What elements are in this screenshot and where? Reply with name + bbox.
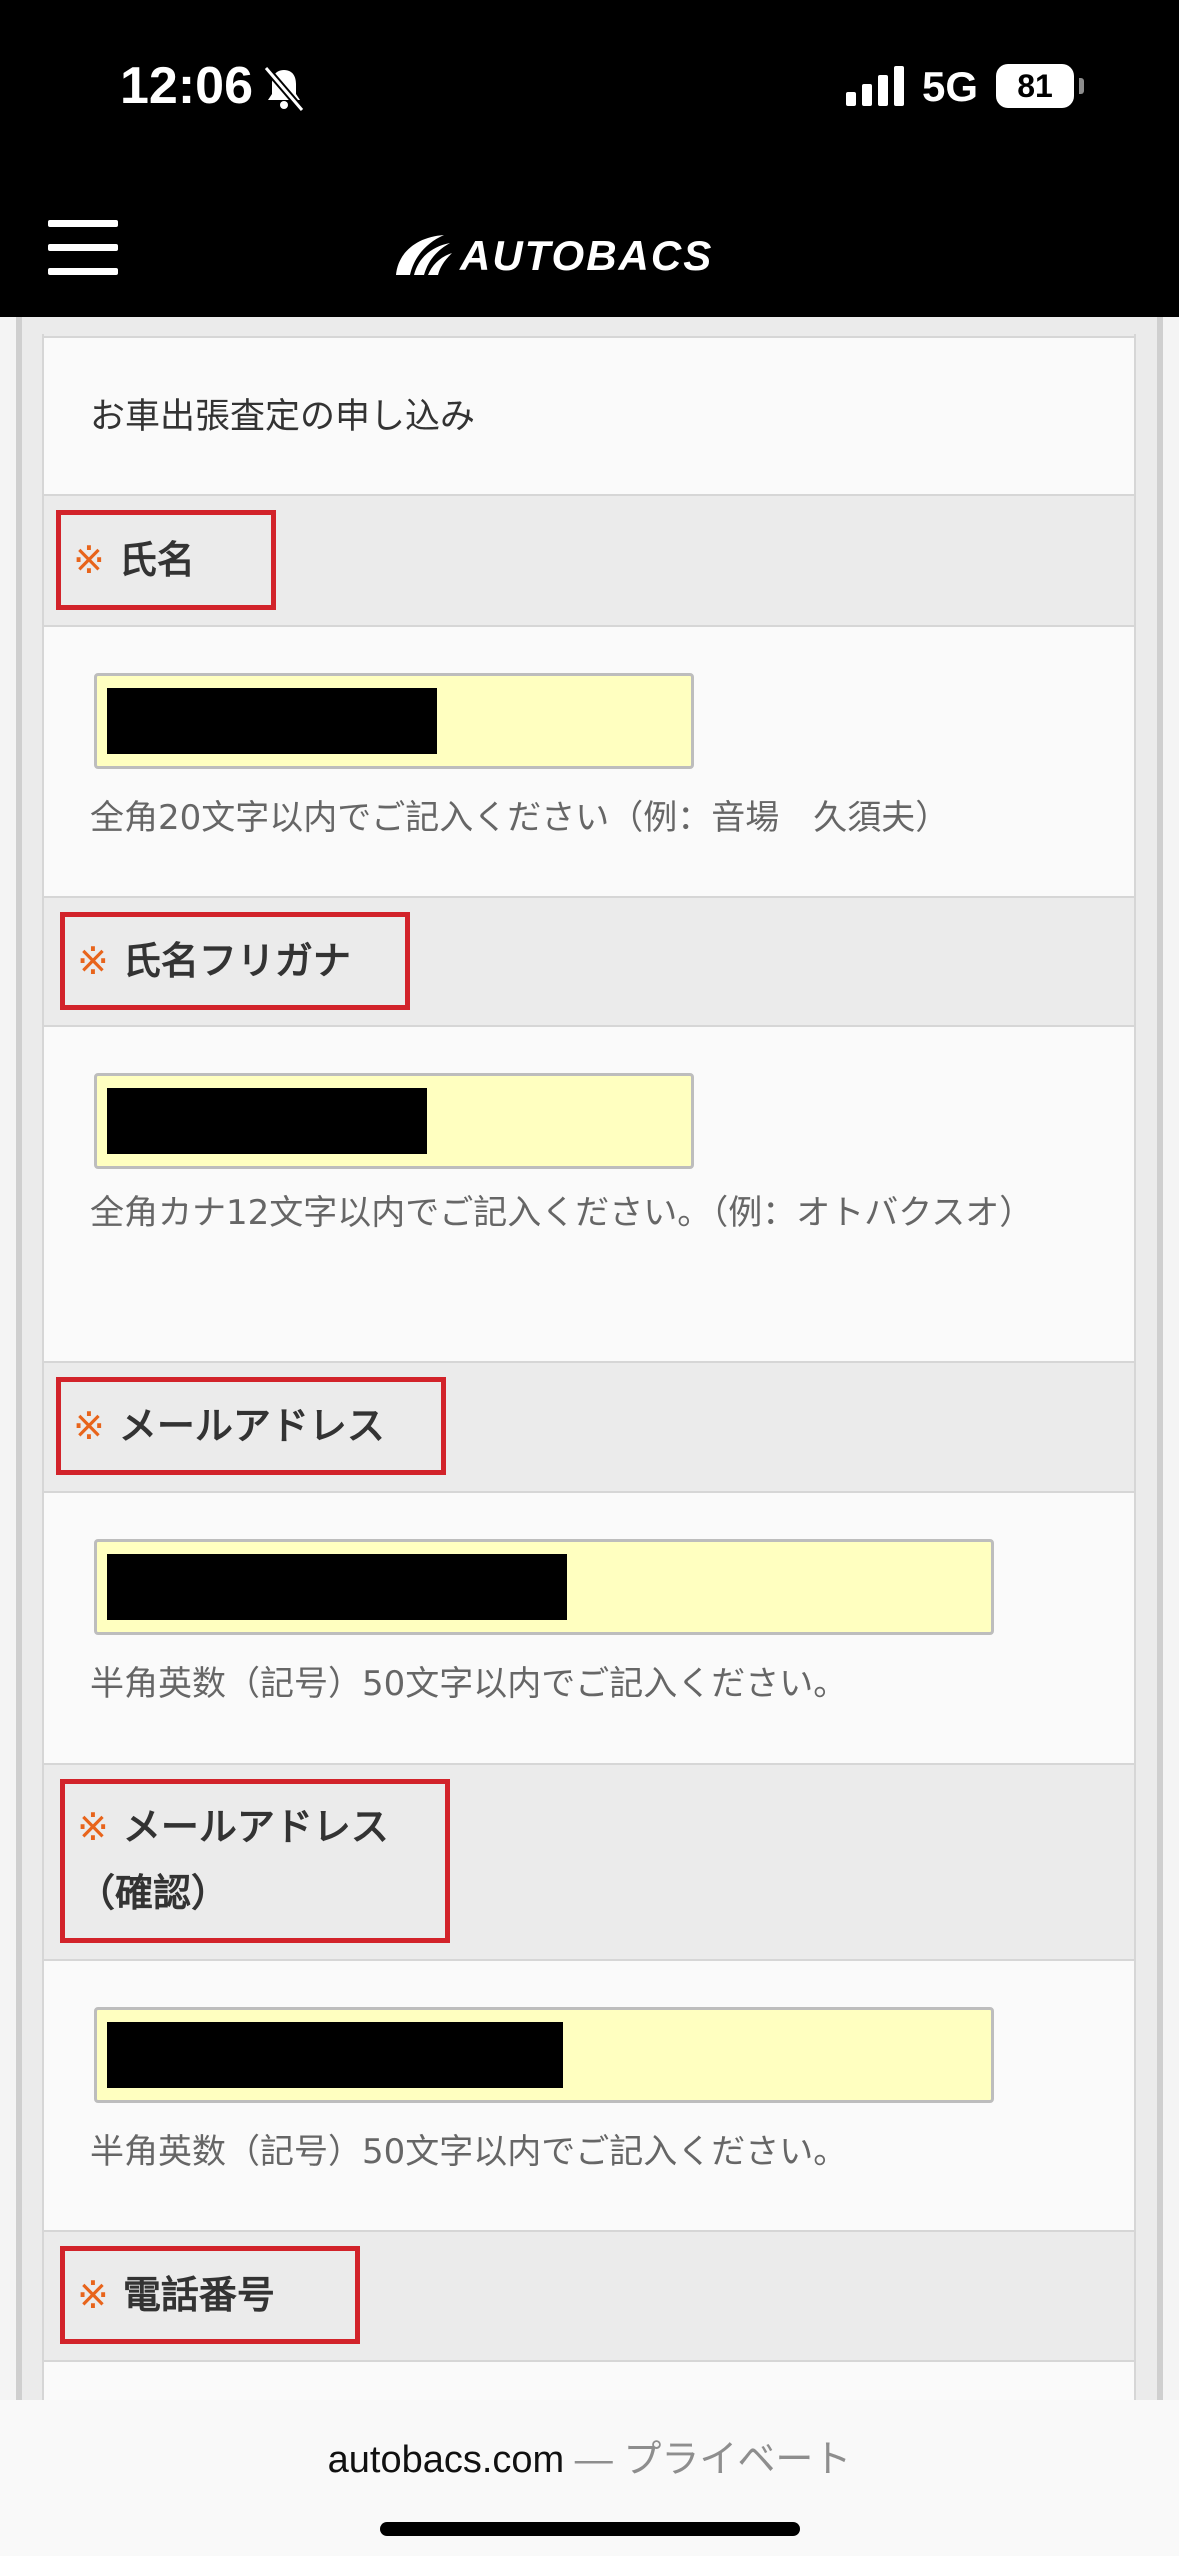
field-row-email: 半角英数（記号）50文字以内でご記入ください。 bbox=[44, 1493, 1134, 1765]
signal-icon bbox=[846, 66, 904, 106]
browser-address-bar[interactable]: autobacs.com — プライベート bbox=[0, 2400, 1179, 2556]
field-label-row-email: ※ メールアドレス bbox=[44, 1363, 1134, 1493]
home-indicator[interactable] bbox=[380, 2522, 800, 2536]
redaction-block bbox=[107, 688, 437, 754]
status-bar: 12:06 5G 81 bbox=[0, 0, 1179, 190]
redaction-block bbox=[107, 2022, 563, 2088]
field-label-phone: ※ 電話番号 bbox=[60, 2246, 360, 2344]
field-label-row-name: ※ 氏名 bbox=[44, 496, 1134, 627]
site-header: AUTOBACS bbox=[0, 190, 1179, 317]
field-label-name: ※ 氏名 bbox=[56, 510, 276, 610]
field-label-kana: ※ 氏名フリガナ bbox=[60, 912, 410, 1010]
field-label-text: 氏名フリガナ bbox=[122, 939, 351, 983]
application-form: お車出張査定の申し込み ※ 氏名 全角20文字以内でご記入ください（例：音場 久須… bbox=[42, 334, 1136, 2442]
battery-icon: 81 bbox=[996, 64, 1084, 108]
field-label-email-confirm: ※ メールアドレス（確認） bbox=[60, 1779, 450, 1943]
battery-level: 81 bbox=[1017, 67, 1053, 104]
status-time: 12:06 bbox=[120, 57, 253, 115]
field-row-email-confirm: 半角英数（記号）50文字以内でご記入ください。 bbox=[44, 1961, 1134, 2232]
field-label-text: メールアドレス（確認） bbox=[77, 1805, 389, 1915]
redaction-block bbox=[107, 1554, 567, 1620]
redaction-block bbox=[107, 1088, 427, 1154]
autobacs-logo-mark-icon bbox=[396, 235, 452, 275]
field-row-name: 全角20文字以内でご記入ください（例：音場 久須夫） bbox=[44, 627, 1134, 898]
kana-input[interactable] bbox=[94, 1073, 694, 1169]
field-label-text: 氏名 bbox=[118, 538, 195, 582]
field-help-kana: 全角カナ12文字以内でご記入ください。（例：オトバクスオ） bbox=[90, 1193, 1034, 1233]
email-input[interactable] bbox=[94, 1539, 994, 1635]
field-help-name: 全角20文字以内でご記入ください（例：音場 久須夫） bbox=[90, 798, 950, 838]
form-intro-row: お車出張査定の申し込み bbox=[44, 338, 1134, 496]
email-confirm-input[interactable] bbox=[94, 2007, 994, 2103]
network-label: 5G bbox=[922, 63, 979, 110]
field-label-row-email-confirm: ※ メールアドレス（確認） bbox=[44, 1765, 1134, 1961]
field-label-row-phone: ※ 電話番号 bbox=[44, 2232, 1134, 2362]
required-mark: ※ bbox=[73, 538, 105, 582]
required-mark: ※ bbox=[73, 1404, 105, 1448]
field-row-kana: 全角カナ12文字以内でご記入ください。（例：オトバクスオ） bbox=[44, 1027, 1134, 1363]
bell-muted-icon bbox=[263, 65, 305, 112]
field-label-row-kana: ※ 氏名フリガナ bbox=[44, 898, 1134, 1027]
autobacs-logo[interactable]: AUTOBACS bbox=[392, 226, 713, 286]
required-mark: ※ bbox=[77, 939, 109, 983]
required-mark: ※ bbox=[77, 2273, 109, 2317]
url-domain: autobacs.com bbox=[327, 2439, 565, 2481]
field-help-email: 半角英数（記号）50文字以内でご記入ください。 bbox=[90, 1664, 848, 1704]
field-label-email: ※ メールアドレス bbox=[56, 1377, 446, 1475]
name-input[interactable] bbox=[94, 673, 694, 769]
hamburger-menu-icon[interactable] bbox=[48, 220, 118, 276]
form-intro-text: お車出張査定の申し込み bbox=[90, 397, 476, 437]
field-help-email-confirm: 半角英数（記号）50文字以内でご記入ください。 bbox=[90, 2132, 848, 2172]
field-label-text: 電話番号 bbox=[122, 2273, 275, 2317]
logo-text: AUTOBACS bbox=[460, 232, 714, 279]
field-label-text: メールアドレス bbox=[118, 1404, 385, 1448]
required-mark: ※ bbox=[77, 1805, 109, 1849]
url-text[interactable]: autobacs.com — プライベート bbox=[0, 2428, 1179, 2483]
private-label: — プライベート bbox=[564, 2439, 852, 2481]
